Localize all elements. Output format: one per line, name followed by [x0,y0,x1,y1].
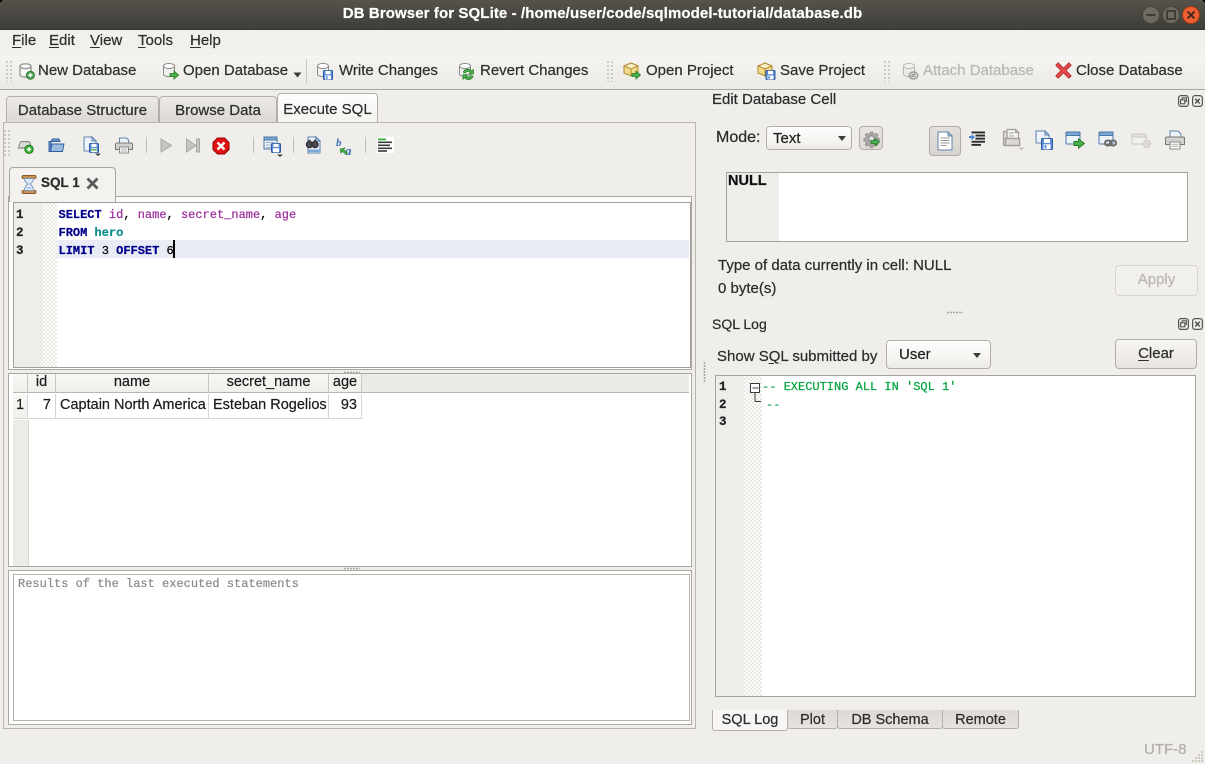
svg-text:b: b [336,137,342,149]
